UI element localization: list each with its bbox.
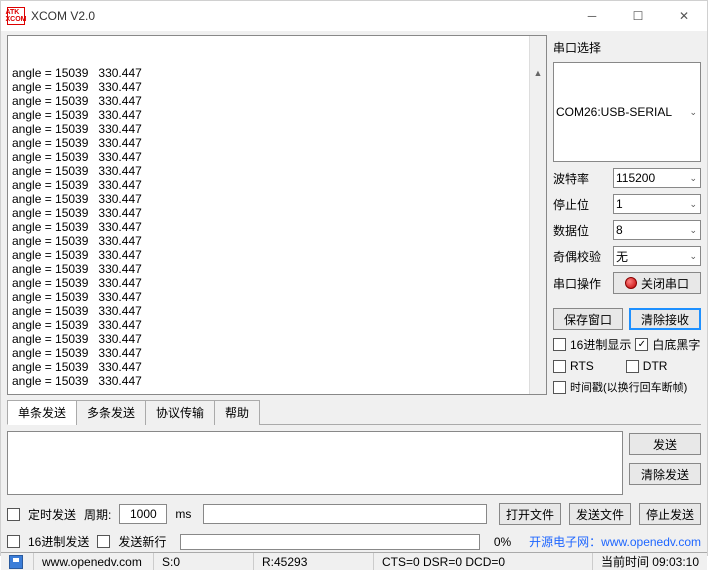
promo-link[interactable]: www.openedv.com	[601, 535, 701, 549]
timestamp-label: 时间戳(以换行回车断帧)	[570, 379, 687, 395]
serial-settings-panel: 串口选择 COM26:USB-SERIAL ⌄ 波特率 115200 ⌄ 停止位 1…	[553, 35, 701, 395]
rts-checkbox[interactable]	[553, 360, 566, 373]
titlebar: ATK XCOM XCOM V2.0 ─ ☐ ✕	[1, 1, 707, 31]
file-path-input[interactable]	[203, 504, 487, 524]
chevron-down-icon: ⌄	[689, 251, 700, 262]
stopbit-select[interactable]: 1⌄	[613, 194, 701, 214]
send-newline-label: 发送新行	[118, 533, 166, 550]
save-window-button[interactable]: 保存窗口	[553, 308, 623, 330]
timestamp-checkbox[interactable]	[553, 381, 566, 394]
tab-single-send[interactable]: 单条发送	[7, 400, 77, 425]
send-tabs: 单条发送 多条发送 协议传输 帮助	[7, 399, 701, 425]
port-value: COM26:USB-SERIAL	[556, 105, 672, 119]
baud-label: 波特率	[553, 170, 609, 187]
record-icon	[625, 277, 637, 289]
whitebg-checkbox[interactable]: ✓	[635, 338, 648, 351]
databit-select[interactable]: 8⌄	[613, 220, 701, 240]
receive-terminal[interactable]: angle = 15039 330.447 angle = 15039 330.…	[7, 35, 547, 395]
clear-send-button[interactable]: 清除发送	[629, 463, 701, 485]
rts-label: RTS	[570, 359, 594, 373]
stop-send-button[interactable]: 停止发送	[639, 503, 701, 525]
window-title: XCOM V2.0	[31, 9, 569, 23]
port-op-label: 串口操作	[553, 275, 609, 292]
chevron-down-icon: ⌄	[689, 199, 700, 210]
hex-send-checkbox[interactable]	[7, 535, 20, 548]
send-input[interactable]	[7, 431, 623, 495]
send-button[interactable]: 发送	[629, 433, 701, 455]
send-newline-checkbox[interactable]	[97, 535, 110, 548]
period-unit: ms	[175, 507, 191, 521]
timed-send-label: 定时发送	[28, 506, 76, 523]
port-select-label: 串口选择	[553, 39, 601, 56]
parity-value: 无	[616, 248, 628, 265]
chevron-down-icon: ⌄	[689, 225, 700, 236]
hex-display-label: 16进制显示	[570, 336, 631, 353]
scroll-up-icon[interactable]: ▲	[530, 64, 546, 81]
chevron-down-icon: ⌄	[689, 107, 700, 118]
dtr-label: DTR	[643, 359, 668, 373]
databit-value: 8	[616, 223, 623, 237]
port-select[interactable]: COM26:USB-SERIAL ⌄	[553, 62, 701, 162]
chevron-down-icon: ⌄	[689, 173, 700, 184]
tab-multi-send[interactable]: 多条发送	[76, 400, 146, 425]
progress-bar	[180, 534, 479, 550]
databit-label: 数据位	[553, 222, 609, 239]
clear-receive-button[interactable]: 清除接收	[629, 308, 701, 330]
period-input[interactable]	[119, 504, 167, 524]
close-port-label: 关闭串口	[641, 275, 689, 292]
scrollbar[interactable]: ▲	[529, 36, 546, 394]
stopbit-value: 1	[616, 197, 623, 211]
hex-send-label: 16进制发送	[28, 533, 89, 550]
save-icon[interactable]	[9, 555, 23, 569]
dtr-checkbox[interactable]	[626, 360, 639, 373]
stopbit-label: 停止位	[553, 196, 609, 213]
minimize-button[interactable]: ─	[569, 1, 615, 31]
tab-help[interactable]: 帮助	[214, 400, 260, 425]
hex-display-checkbox[interactable]	[553, 338, 566, 351]
status-bar: www.openedv.com S:0 R:45293 CTS=0 DSR=0 …	[1, 552, 707, 570]
timed-send-checkbox[interactable]	[7, 508, 20, 521]
parity-select[interactable]: 无⌄	[613, 246, 701, 266]
baud-value: 115200	[616, 171, 655, 185]
whitebg-label: 白底黑字	[652, 336, 700, 353]
open-file-button[interactable]: 打开文件	[499, 503, 561, 525]
maximize-button[interactable]: ☐	[615, 1, 661, 31]
parity-label: 奇偶校验	[553, 248, 609, 265]
app-logo-icon: ATK XCOM	[7, 7, 25, 25]
close-button[interactable]: ✕	[661, 1, 707, 31]
baud-select[interactable]: 115200 ⌄	[613, 168, 701, 188]
progress-percent: 0%	[494, 535, 511, 549]
period-label: 周期:	[84, 506, 111, 523]
tab-protocol[interactable]: 协议传输	[145, 400, 215, 425]
promo-label: 开源电子网：	[529, 535, 601, 549]
close-port-button[interactable]: 关闭串口	[613, 272, 701, 294]
send-file-button[interactable]: 发送文件	[569, 503, 631, 525]
